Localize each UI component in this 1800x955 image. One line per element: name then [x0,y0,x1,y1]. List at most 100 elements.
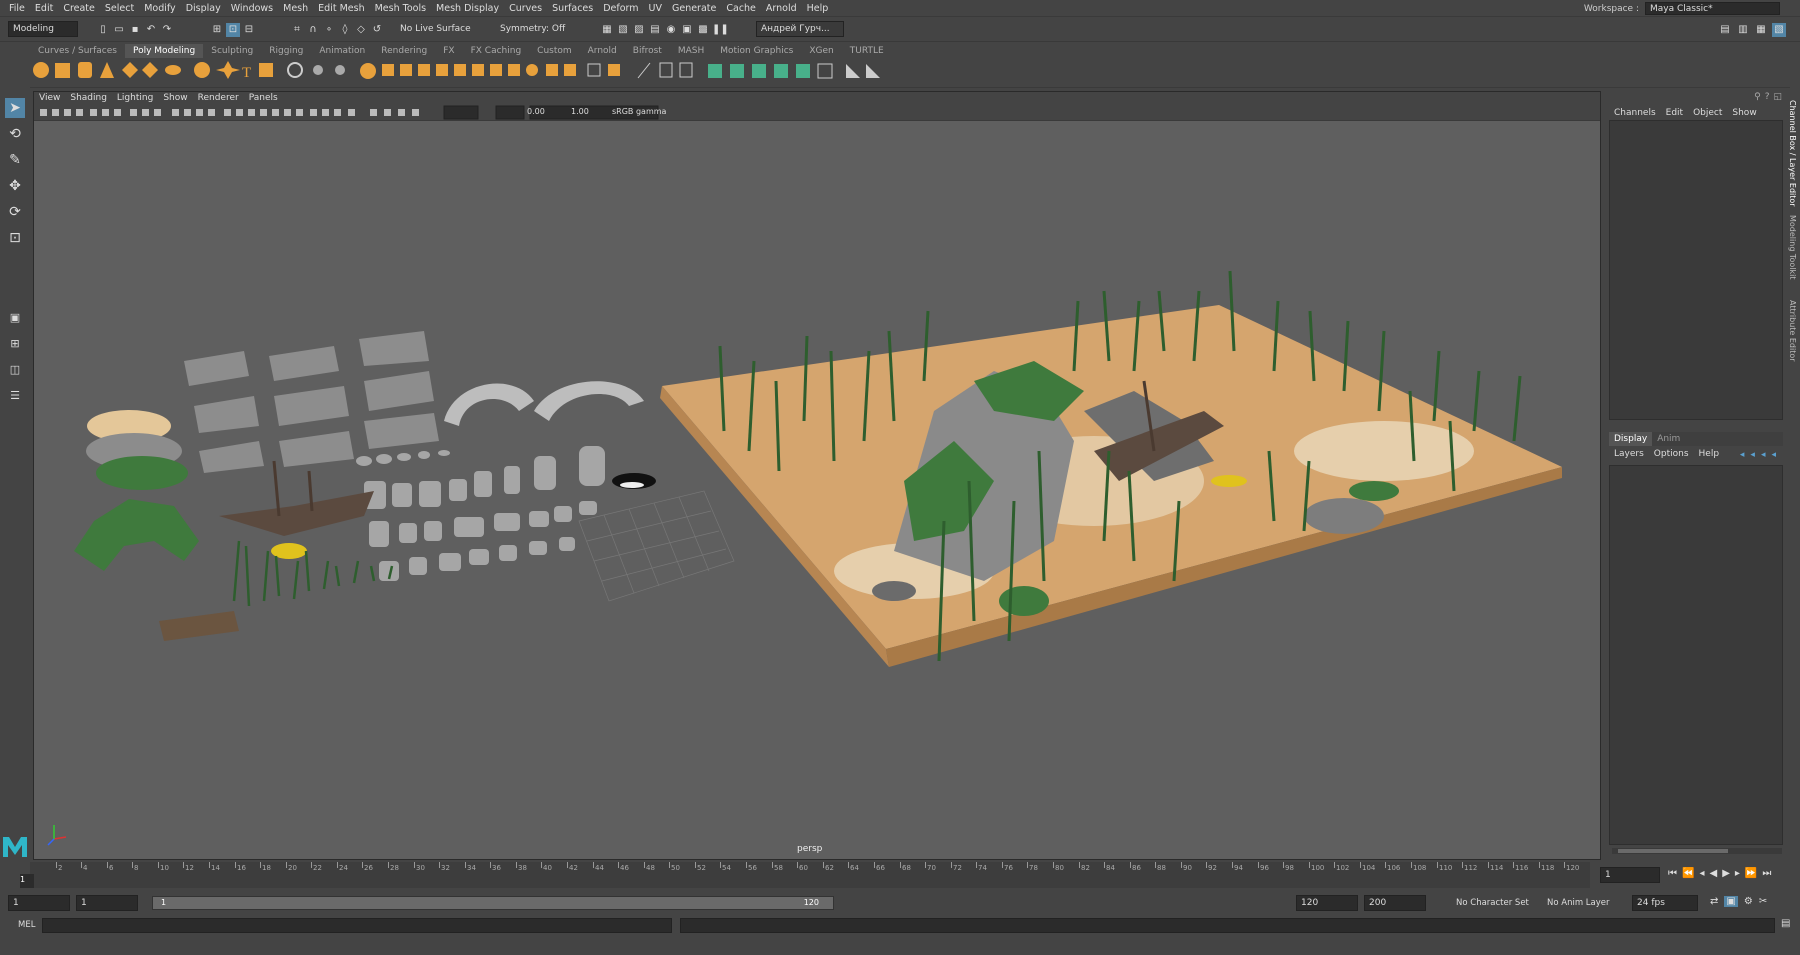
select-component-icon[interactable]: ⊟ [242,23,256,37]
menu-modify[interactable]: Modify [139,0,180,17]
step-forward-key-icon[interactable]: ⏩ [1745,868,1757,879]
shelf-tab-mash[interactable]: MASH [670,44,712,58]
shelf-tab-custom[interactable]: Custom [529,44,579,58]
menu-mesh-display[interactable]: Mesh Display [431,0,504,17]
shelf-tab-fx-caching[interactable]: FX Caching [463,44,530,58]
open-scene-icon[interactable]: ▭ [112,23,126,37]
move-layer-up-icon[interactable]: ◂ [1740,450,1745,460]
script-type-label[interactable]: MEL [18,920,35,930]
live-surface-label[interactable]: No Live Surface [400,24,471,34]
anim-layer-dropdown[interactable]: No Anim Layer [1547,898,1610,908]
user-account-dropdown[interactable]: Андрей Гурч... [756,21,844,37]
viewport-menu-show[interactable]: Show [158,92,192,105]
menu-generate[interactable]: Generate [667,0,721,17]
layer-scrollbar[interactable] [1612,848,1782,854]
snap-point-icon[interactable]: ∘ [322,23,336,37]
menu-edit-mesh[interactable]: Edit Mesh [313,0,369,17]
shelf-tab-arnold[interactable]: Arnold [580,44,625,58]
outliner-layout-icon[interactable]: ☰ [5,386,25,406]
auto-key-icon[interactable]: ▣ [1724,896,1738,907]
shelf-tab-poly-modeling[interactable]: Poly Modeling [124,44,204,58]
layer-tab-anim[interactable]: Anim [1652,432,1685,446]
select-hierarchy-icon[interactable]: ⊞ [210,23,224,37]
animation-end-field[interactable]: 200 [1364,895,1426,911]
ipr-render-icon[interactable]: ▨ [632,23,646,37]
single-view-icon[interactable]: ▣ [5,308,25,328]
render-current-icon[interactable]: ▦ [600,23,614,37]
menu-edit[interactable]: Edit [30,0,58,17]
attribute-editor-side-tab[interactable]: Attribute Editor [1788,300,1797,362]
playback-start-field[interactable]: 1 [76,895,138,911]
channel-menu-channels[interactable]: Channels [1609,106,1661,120]
pin-icon[interactable]: ⚲ [1754,92,1761,102]
viewport-menu-renderer[interactable]: Renderer [193,92,244,105]
menu-display[interactable]: Display [181,0,226,17]
pause-viewport-icon[interactable]: ❚❚ [712,23,729,37]
menu-help[interactable]: Help [802,0,834,17]
gamma-field[interactable]: 1.00 [571,107,589,116]
viewport-persp[interactable]: View Shading Lighting Show Renderer Panels 0.… [33,91,1601,860]
menu-cache[interactable]: Cache [721,0,761,17]
redo-icon[interactable]: ↷ [160,23,174,37]
viewport-menu-lighting[interactable]: Lighting [112,92,158,105]
step-forward-frame-icon[interactable]: ▸ [1735,868,1740,879]
select-object-icon[interactable]: ⊡ [226,23,240,37]
select-tool-icon[interactable]: ➤ [5,98,25,118]
shelf-tab-rigging[interactable]: Rigging [261,44,311,58]
viewport-menu-view[interactable]: View [34,92,65,105]
render-setup-icon[interactable]: ▣ [680,23,694,37]
paint-select-icon[interactable]: ✎ [5,150,25,170]
channel-menu-show[interactable]: Show [1727,106,1761,120]
viewport-menu-panels[interactable]: Panels [244,92,283,105]
timeline-ticks[interactable]: 1 2 4 6 8 10 12 14 16 18 20 22 24 26 28 30 32 34 36 38 40 42… [20,862,1590,888]
menu-curves[interactable]: Curves [504,0,547,17]
menu-mesh-tools[interactable]: Mesh Tools [370,0,431,17]
channel-menu-object[interactable]: Object [1688,106,1727,120]
history-icon[interactable]: ↺ [370,23,384,37]
tool-settings-icon[interactable]: ▦ [1754,23,1768,37]
snap-surface-icon[interactable]: ◇ [354,23,368,37]
menu-uv[interactable]: UV [644,0,667,17]
anim-preferences-icon[interactable]: ✂ [1759,896,1767,907]
snap-curve-icon[interactable]: ∩ [306,23,320,37]
play-backward-icon[interactable]: ◀ [1709,868,1717,879]
shelf-tab-animation[interactable]: Animation [311,44,373,58]
menu-deform[interactable]: Deform [598,0,643,17]
range-bar[interactable]: 1 120 [152,896,834,910]
mode-dropdown[interactable]: Modeling [8,21,78,37]
channel-menu-edit[interactable]: Edit [1661,106,1688,120]
menu-surfaces[interactable]: Surfaces [547,0,598,17]
viewport-menu-shading[interactable]: Shading [65,92,112,105]
command-input[interactable] [42,918,672,933]
menu-file[interactable]: File [4,0,30,17]
scrollbar-thumb[interactable] [1618,849,1728,853]
new-layer-icon[interactable]: ◂ [1761,450,1766,460]
attribute-editor-icon[interactable]: ▥ [1736,23,1750,37]
channel-box-area[interactable] [1609,120,1783,420]
layer-tab-display[interactable]: Display [1609,432,1653,446]
rotate-tool-icon[interactable]: ⟳ [5,202,25,222]
move-tool-icon[interactable]: ✥ [5,176,25,196]
playback-end-field[interactable]: 120 [1296,895,1358,911]
snap-grid-icon[interactable]: ⌗ [290,23,304,37]
channel-box-side-tab[interactable]: Channel Box / Layer Editor [1788,100,1797,207]
four-view-icon[interactable]: ⊞ [5,334,25,354]
menu-arnold[interactable]: Arnold [761,0,802,17]
shelf-tab-xgen[interactable]: XGen [801,44,841,58]
render-settings-icon[interactable]: ▤ [648,23,662,37]
new-layer-selected-icon[interactable]: ◂ [1771,450,1776,460]
layer-menu-options[interactable]: Options [1649,447,1694,461]
move-layer-down-icon[interactable]: ◂ [1750,450,1755,460]
shelf-tab-sculpting[interactable]: Sculpting [203,44,261,58]
hypershade-icon[interactable]: ◉ [664,23,678,37]
layer-menu-layers[interactable]: Layers [1609,447,1649,461]
modeling-toolkit-side-tab[interactable]: Modeling Toolkit [1788,215,1797,279]
symmetry-label[interactable]: Symmetry: Off [500,24,565,34]
workspace-dropdown[interactable]: Maya Classic* [1645,2,1780,15]
render-view-icon[interactable]: ▧ [616,23,630,37]
undo-icon[interactable]: ↶ [144,23,158,37]
exposure-field[interactable]: 0.00 [527,107,545,116]
save-scene-icon[interactable]: ▪ [128,23,142,37]
layer-menu-help[interactable]: Help [1694,447,1725,461]
new-scene-icon[interactable]: ▯ [96,23,110,37]
